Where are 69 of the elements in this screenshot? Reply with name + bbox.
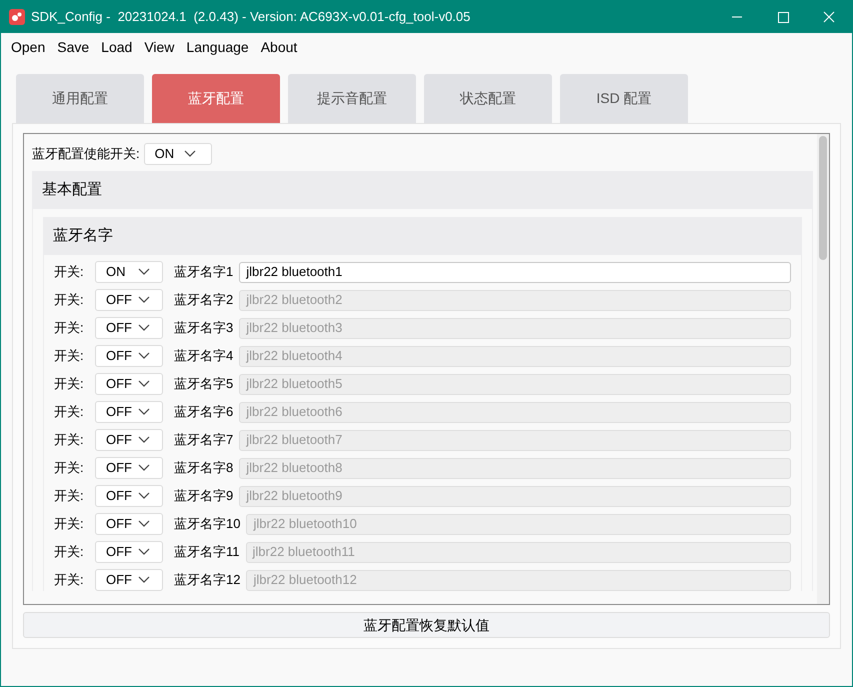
enable-dropdown[interactable]: ON (144, 143, 212, 165)
switch-label: 开关: (54, 571, 85, 590)
switch-dropdown[interactable]: OFF (95, 457, 163, 479)
switch-label: 开关: (54, 403, 85, 422)
name-label: 蓝牙名字10 (174, 515, 240, 534)
caret-icon (138, 380, 150, 388)
section-title: 基本配置 (42, 180, 102, 200)
name-field[interactable]: jlbr22 bluetooth1 (239, 262, 791, 282)
tab[interactable]: 状态配置 (424, 74, 552, 123)
name-label: 蓝牙名字4 (174, 347, 234, 366)
caret-icon (138, 296, 150, 304)
tab[interactable]: ISD 配置 (560, 74, 688, 123)
switch-dropdown[interactable]: OFF (95, 485, 163, 507)
name-label: 蓝牙名字9 (174, 487, 234, 506)
switch-dropdown[interactable]: ON (95, 261, 163, 283)
caret-icon (138, 548, 150, 556)
caret-icon (138, 352, 150, 360)
switch-dropdown[interactable]: OFF (95, 429, 163, 451)
name-label: 蓝牙名字7 (174, 431, 234, 450)
caret-icon (138, 408, 150, 416)
caret-icon (138, 464, 150, 472)
switch-label: 开关: (54, 319, 85, 338)
caret-icon (184, 150, 196, 158)
switch-dropdown[interactable]: OFF (95, 569, 163, 591)
name-label: 蓝牙名字3 (174, 319, 234, 338)
switch-label: 开关: (54, 459, 85, 478)
switch-dropdown[interactable]: OFF (95, 541, 163, 563)
caret-icon (138, 436, 150, 444)
name-label: 蓝牙名字2 (174, 291, 234, 310)
name-label: 蓝牙名字11 (174, 543, 240, 562)
switch-label: 开关: (54, 375, 85, 394)
menu-item[interactable]: View (138, 36, 180, 58)
name-label: 蓝牙名字6 (174, 403, 234, 422)
window-title: SDK_Config - 20231024.1 (2.0.43) - Version: AC693X-v0.01-cfg_tool-v0.05 (31, 8, 470, 26)
tab[interactable]: 通用配置 (16, 74, 144, 123)
tab[interactable]: 提示音配置 (288, 74, 416, 123)
name-label: 蓝牙名字12 (174, 571, 240, 590)
switch-label: 开关: (54, 487, 85, 506)
menu-item[interactable]: Save (51, 36, 96, 58)
menu-item[interactable]: Language (180, 36, 255, 58)
name-label: 蓝牙名字5 (174, 375, 234, 394)
switch-label: 开关: (54, 347, 85, 366)
switch-dropdown[interactable]: OFF (95, 317, 163, 339)
enable-label: 蓝牙配置使能开关: (32, 145, 140, 164)
name-label: 蓝牙名字8 (174, 459, 234, 478)
group-title: 蓝牙名字 (53, 226, 113, 246)
app-icon (9, 9, 25, 25)
switch-label: 开关: (54, 291, 85, 310)
switch-dropdown[interactable]: OFF (95, 513, 163, 535)
menu-item[interactable]: Open (5, 36, 52, 58)
caret-icon (138, 324, 150, 332)
switch-label: 开关: (54, 515, 85, 534)
scroll-thumb[interactable] (819, 136, 827, 260)
menu-item[interactable]: Load (95, 36, 138, 58)
switch-label: 开关: (54, 431, 85, 450)
switch-dropdown[interactable]: OFF (95, 401, 163, 423)
scrollbar[interactable] (817, 134, 829, 604)
switch-dropdown[interactable]: OFF (95, 345, 163, 367)
name-label: 蓝牙名字1 (174, 263, 234, 282)
caret-icon (138, 576, 150, 584)
reset-button[interactable]: 蓝牙配置恢复默认值 (23, 612, 830, 638)
switch-dropdown[interactable]: OFF (95, 373, 163, 395)
menu-item[interactable]: About (254, 36, 304, 58)
switch-label: 开关: (54, 263, 85, 282)
switch-dropdown[interactable]: OFF (95, 289, 163, 311)
caret-icon (138, 492, 150, 500)
caret-icon (138, 520, 150, 528)
caret-icon (138, 268, 150, 276)
switch-label: 开关: (54, 543, 85, 562)
